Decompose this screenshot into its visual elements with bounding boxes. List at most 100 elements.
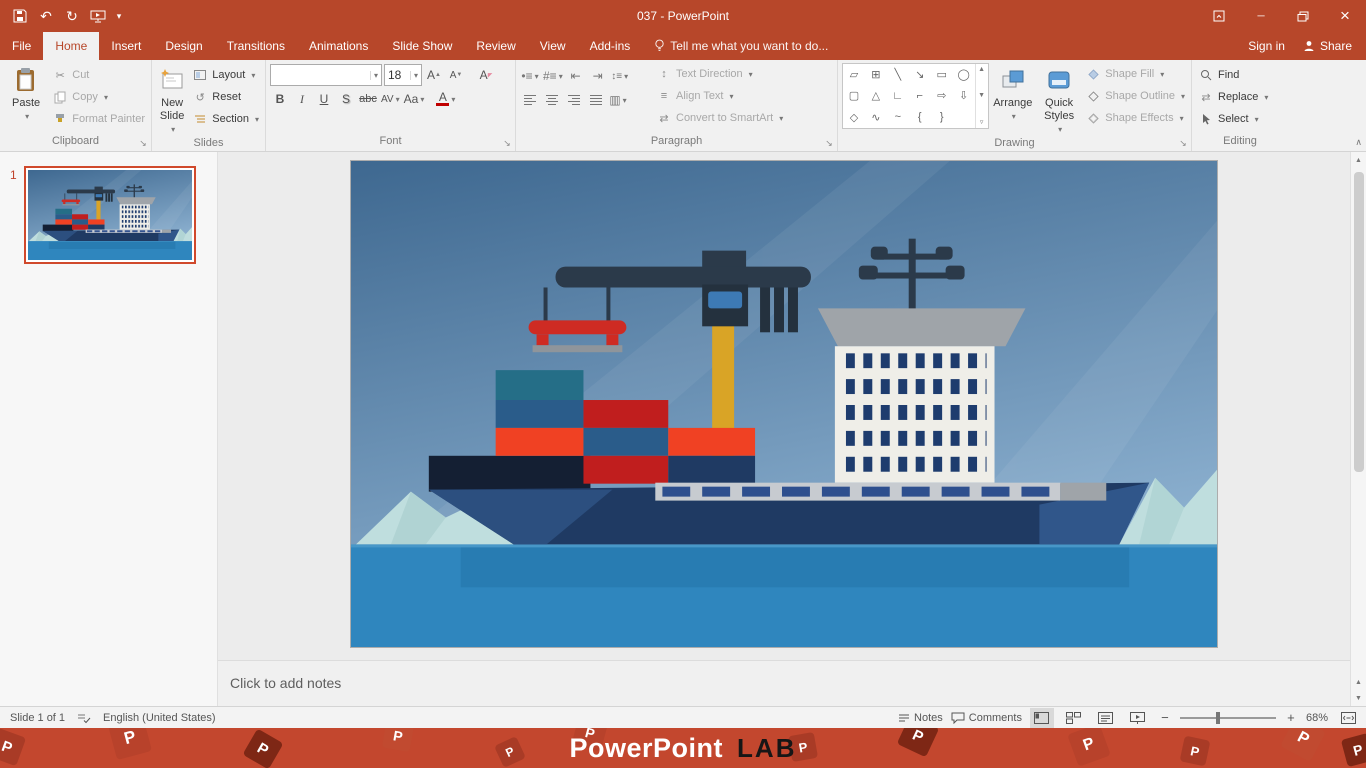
font-dialog-launcher[interactable]: [501, 136, 513, 148]
undo-button[interactable]: ↶: [34, 4, 58, 28]
columns-button[interactable]: ▥: [608, 89, 628, 111]
justify-button[interactable]: [586, 89, 606, 111]
shape-elbow-connector[interactable]: ⌐: [909, 85, 931, 106]
shapes-more-button[interactable]: ▿: [980, 118, 984, 126]
shape-right-angle[interactable]: ∟: [887, 85, 909, 106]
shape-scribble[interactable]: ~: [887, 107, 909, 128]
tab-view[interactable]: View: [528, 32, 578, 60]
change-case-button[interactable]: Aa: [403, 88, 426, 110]
comments-toggle-button[interactable]: Comments: [951, 707, 1022, 729]
decrease-indent-button[interactable]: ⇤: [566, 65, 586, 87]
language-indicator[interactable]: English (United States): [103, 707, 216, 729]
tab-insert[interactable]: Insert: [99, 32, 153, 60]
vertical-scrollbar[interactable]: ▲ ▲ ▼: [1350, 152, 1366, 706]
sign-in-link[interactable]: Sign in: [1248, 39, 1285, 53]
shape-effects-button[interactable]: Shape Effects: [1083, 107, 1187, 129]
strikethrough-button[interactable]: abc: [358, 88, 378, 110]
shape-rectangle[interactable]: ▭: [931, 64, 953, 85]
notes-pane[interactable]: Click to add notes: [218, 660, 1350, 706]
replace-button[interactable]: ⇄ Replace: [1196, 86, 1270, 108]
shape-arrow-right[interactable]: ⇨: [931, 85, 953, 106]
save-button[interactable]: [8, 4, 32, 28]
close-button[interactable]: [1324, 0, 1366, 32]
bullets-button[interactable]: •≡: [520, 65, 540, 87]
select-button[interactable]: Select: [1196, 108, 1270, 130]
font-size-combo[interactable]: 18: [384, 64, 422, 86]
zoom-level[interactable]: 68%: [1306, 707, 1328, 729]
collapse-ribbon-button[interactable]: [1355, 137, 1362, 148]
copy-button[interactable]: Copy: [50, 86, 147, 108]
find-button[interactable]: Find: [1196, 64, 1270, 86]
underline-button[interactable]: U: [314, 88, 334, 110]
slide-sorter-view-button[interactable]: [1062, 708, 1086, 728]
italic-button[interactable]: I: [292, 88, 312, 110]
align-text-button[interactable]: ≡ Align Text: [654, 85, 785, 107]
align-center-button[interactable]: [542, 89, 562, 111]
shape-text-box[interactable]: ⊞: [865, 64, 887, 85]
minimize-button[interactable]: [1240, 0, 1282, 32]
tab-review[interactable]: Review: [464, 32, 527, 60]
scrollbar-thumb[interactable]: [1353, 172, 1364, 472]
format-painter-button[interactable]: Format Painter: [50, 108, 147, 130]
text-shadow-button[interactable]: S: [336, 88, 356, 110]
clear-formatting-button[interactable]: A ◤: [476, 64, 496, 86]
notes-toggle-button[interactable]: Notes: [898, 707, 943, 729]
restore-button[interactable]: [1282, 0, 1324, 32]
tab-add-ins[interactable]: Add-ins: [578, 32, 643, 60]
shape-arrow-down[interactable]: ⇩: [953, 85, 975, 106]
tab-design[interactable]: Design: [153, 32, 214, 60]
clipboard-dialog-launcher[interactable]: [137, 136, 149, 148]
slide-show-button[interactable]: [1126, 708, 1150, 728]
paragraph-dialog-launcher[interactable]: [823, 136, 835, 148]
paste-button[interactable]: Paste: [4, 63, 48, 131]
arrange-button[interactable]: Arrange: [991, 63, 1035, 131]
zoom-slider[interactable]: [1179, 711, 1276, 724]
shape-fill-button[interactable]: Shape Fill: [1083, 63, 1187, 85]
redo-button[interactable]: ↻: [60, 4, 84, 28]
zoom-slider-thumb[interactable]: [1216, 711, 1221, 724]
shape-more[interactable]: [953, 107, 975, 128]
align-right-button[interactable]: [564, 89, 584, 111]
font-name-combo[interactable]: [270, 64, 382, 86]
decrease-font-size-button[interactable]: A ▼: [446, 64, 466, 86]
shape-triangle[interactable]: △: [865, 85, 887, 106]
align-left-button[interactable]: [520, 89, 540, 111]
new-slide-button[interactable]: New Slide: [156, 63, 188, 136]
slide-thumbnail[interactable]: [24, 166, 196, 264]
shape-diamond[interactable]: ◇: [843, 107, 865, 128]
shape-rounded-rectangle[interactable]: ▢: [843, 85, 865, 106]
reading-view-button[interactable]: [1094, 708, 1118, 728]
shapes-scroll-down[interactable]: ▼: [978, 92, 985, 99]
quick-styles-button[interactable]: Quick Styles: [1037, 63, 1081, 136]
scroll-up-button[interactable]: ▲: [1351, 152, 1366, 168]
previous-slide-button[interactable]: ▲: [1351, 674, 1366, 690]
slide-canvas[interactable]: [350, 160, 1218, 648]
layout-button[interactable]: Layout: [190, 64, 261, 86]
slide-counter[interactable]: Slide 1 of 1: [10, 707, 65, 729]
shape-parallelogram[interactable]: ▱: [843, 64, 865, 85]
tab-slide-show[interactable]: Slide Show: [380, 32, 464, 60]
convert-to-smartart-button[interactable]: ⇄ Convert to SmartArt: [654, 107, 785, 129]
normal-view-button[interactable]: [1029, 707, 1054, 728]
customize-quick-access-button[interactable]: ▾: [112, 4, 126, 28]
text-direction-button[interactable]: ↕ Text Direction: [654, 63, 785, 85]
scrollbar-track[interactable]: [1351, 168, 1366, 674]
ribbon-display-options-button[interactable]: [1198, 0, 1240, 32]
character-spacing-button[interactable]: AV: [380, 88, 401, 110]
zoom-out-button[interactable]: −: [1158, 710, 1172, 725]
tell-me-box[interactable]: Tell me what you want to do...: [642, 32, 840, 60]
zoom-in-button[interactable]: +: [1284, 710, 1298, 725]
share-button[interactable]: Share: [1303, 39, 1352, 53]
increase-indent-button[interactable]: ⇥: [588, 65, 608, 87]
shape-brace-right[interactable]: }: [931, 107, 953, 128]
tab-file[interactable]: File: [0, 32, 43, 60]
font-color-button[interactable]: A: [435, 88, 456, 110]
start-from-beginning-button[interactable]: [86, 4, 110, 28]
numbering-button[interactable]: #≡: [542, 65, 564, 87]
tab-animations[interactable]: Animations: [297, 32, 380, 60]
section-button[interactable]: Section: [190, 108, 261, 130]
increase-font-size-button[interactable]: A ▲: [424, 64, 444, 86]
shape-curve[interactable]: ∿: [865, 107, 887, 128]
reset-button[interactable]: ↺ Reset: [190, 86, 261, 108]
shape-arrow-line[interactable]: ↘: [909, 64, 931, 85]
